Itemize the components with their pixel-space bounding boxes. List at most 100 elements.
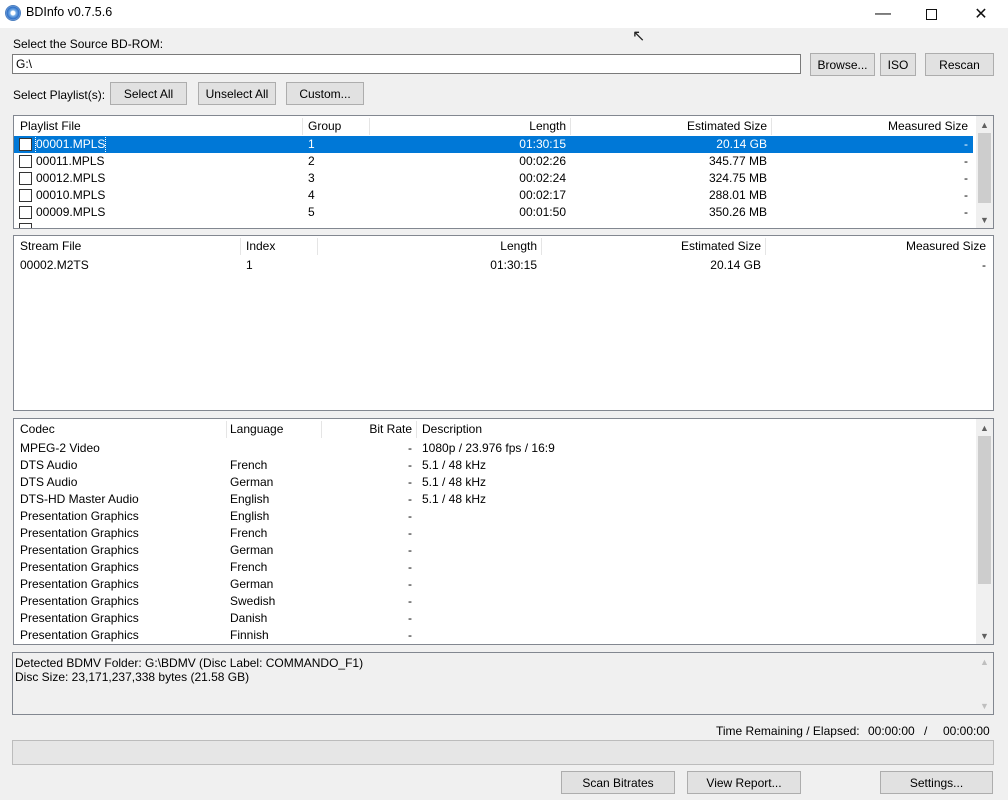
- playlist-row[interactable]: 00001.MPLS 1 01:30:15 20.14 GB -: [14, 135, 973, 154]
- codec-list[interactable]: Codec Language Bit Rate Description MPEG…: [13, 418, 994, 645]
- column-header-codec[interactable]: Codec: [20, 419, 55, 439]
- codec-row[interactable]: Presentation Graphics German -: [14, 542, 973, 559]
- column-header-length[interactable]: Length: [317, 236, 537, 256]
- codec-language: German: [230, 475, 274, 489]
- custom-button[interactable]: Custom...: [286, 82, 364, 105]
- unselect-all-button[interactable]: Unselect All: [198, 82, 276, 105]
- scroll-down-icon[interactable]: ▼: [976, 627, 993, 644]
- playlist-checkbox[interactable]: [19, 189, 32, 202]
- minimize-button[interactable]: —: [860, 0, 906, 28]
- browse-button[interactable]: Browse...: [810, 53, 875, 76]
- column-header-bit-rate[interactable]: Bit Rate: [321, 419, 412, 439]
- playlist-list[interactable]: Playlist File Group Length Estimated Siz…: [13, 115, 994, 229]
- scroll-down-icon[interactable]: ▼: [976, 697, 993, 714]
- playlist-measured-size: -: [964, 154, 968, 168]
- playlist-checkbox[interactable]: [19, 206, 32, 219]
- playlist-group: 3: [308, 171, 315, 185]
- playlist-row[interactable]: 00012.MPLS 3 00:02:24 324.75 MB -: [14, 170, 973, 187]
- playlist-length: 00:02:24: [519, 171, 566, 185]
- select-all-button[interactable]: Select All: [110, 82, 187, 105]
- scroll-up-icon[interactable]: ▲: [976, 653, 993, 670]
- close-button[interactable]: ✕: [958, 0, 1004, 28]
- stream-file-list[interactable]: Stream File Index Length Estimated Size …: [13, 235, 994, 411]
- codec-row[interactable]: Presentation Graphics German -: [14, 576, 973, 593]
- codec-name: MPEG-2 Video: [20, 441, 100, 455]
- codec-name: Presentation Graphics: [20, 594, 139, 608]
- playlist-row[interactable]: 00009.MPLS 5 00:01:50 350.26 MB -: [14, 204, 973, 221]
- codec-language: French: [230, 560, 268, 574]
- column-header-length[interactable]: Length: [369, 116, 566, 136]
- iso-button[interactable]: ISO: [880, 53, 916, 76]
- codec-row[interactable]: DTS-HD Master Audio English - 5.1 / 48 k…: [14, 491, 973, 508]
- settings-button[interactable]: Settings...: [880, 771, 993, 794]
- maximize-button[interactable]: [908, 0, 954, 28]
- codec-bit-rate: -: [408, 628, 412, 642]
- view-report-button[interactable]: View Report...: [687, 771, 801, 794]
- codec-row[interactable]: DTS Audio German - 5.1 / 48 kHz: [14, 474, 973, 491]
- codec-scrollbar[interactable]: ▲ ▼: [976, 419, 993, 644]
- codec-row[interactable]: Presentation Graphics Danish -: [14, 610, 973, 627]
- column-header-playlist-file[interactable]: Playlist File: [20, 116, 81, 136]
- codec-row[interactable]: DTS Audio French - 5.1 / 48 kHz: [14, 457, 973, 474]
- codec-row[interactable]: Presentation Graphics French -: [14, 559, 973, 576]
- column-header-measured-size[interactable]: Measured Size: [765, 236, 986, 256]
- playlist-estimated-size: 20.14 GB: [716, 137, 767, 151]
- playlist-group: 2: [308, 154, 315, 168]
- codec-description: 5.1 / 48 kHz: [422, 475, 487, 489]
- codec-row[interactable]: Presentation Graphics Finnish -: [14, 627, 973, 644]
- scroll-thumb[interactable]: [978, 133, 991, 203]
- codec-language: French: [230, 458, 268, 472]
- codec-row[interactable]: Presentation Graphics Swedish -: [14, 593, 973, 610]
- stream-file: 00002.M2TS: [20, 258, 89, 272]
- column-header-estimated-size[interactable]: Estimated Size: [570, 116, 767, 136]
- codec-name: Presentation Graphics: [20, 628, 139, 642]
- rescan-button[interactable]: Rescan: [925, 53, 994, 76]
- scroll-down-icon[interactable]: ▼: [976, 211, 993, 228]
- codec-row[interactable]: Presentation Graphics French -: [14, 525, 973, 542]
- time-remaining-value: 00:00:00: [868, 724, 915, 738]
- stream-row[interactable]: 00002.M2TS 1 01:30:15 20.14 GB -: [14, 257, 993, 274]
- scroll-up-icon[interactable]: ▲: [976, 419, 993, 436]
- playlist-checkbox[interactable]: [19, 172, 32, 185]
- playlist-row-partial[interactable]: [14, 221, 973, 228]
- time-separator: /: [924, 724, 928, 738]
- stream-length: 01:30:15: [490, 258, 537, 272]
- source-label: Select the Source BD-ROM:: [13, 37, 164, 51]
- codec-row[interactable]: MPEG-2 Video - 1080p / 23.976 fps / 16:9: [14, 440, 973, 457]
- scan-progress-bar: [12, 740, 994, 765]
- playlist-checkbox[interactable]: [19, 138, 32, 151]
- playlist-file: 00010.MPLS: [36, 188, 106, 202]
- playlist-scrollbar[interactable]: ▲ ▼: [976, 116, 993, 228]
- scroll-up-icon[interactable]: ▲: [976, 116, 993, 133]
- codec-row[interactable]: Presentation Graphics English -: [14, 508, 973, 525]
- column-header-measured-size[interactable]: Measured Size: [771, 116, 968, 136]
- column-header-group[interactable]: Group: [308, 116, 341, 136]
- report-textbox[interactable]: Detected BDMV Folder: G:\BDMV (Disc Labe…: [12, 652, 994, 715]
- stream-index: 1: [246, 258, 253, 272]
- playlist-row[interactable]: 00010.MPLS 4 00:02:17 288.01 MB -: [14, 187, 973, 204]
- codec-language: Finnish: [230, 628, 269, 642]
- column-header-estimated-size[interactable]: Estimated Size: [541, 236, 761, 256]
- playlist-checkbox[interactable]: [19, 155, 32, 168]
- column-header-index[interactable]: Index: [246, 236, 275, 256]
- playlist-row[interactable]: 00011.MPLS 2 00:02:26 345.77 MB -: [14, 153, 973, 170]
- scroll-thumb[interactable]: [978, 436, 991, 584]
- source-path-input[interactable]: G:\: [12, 54, 801, 74]
- column-header-description[interactable]: Description: [422, 419, 482, 439]
- playlist-estimated-size: 350.26 MB: [708, 205, 767, 219]
- disc-icon: [5, 5, 21, 21]
- playlist-checkbox[interactable]: [19, 223, 32, 228]
- scan-bitrates-button[interactable]: Scan Bitrates: [561, 771, 675, 794]
- column-header-language[interactable]: Language: [230, 419, 283, 439]
- report-scrollbar[interactable]: ▲ ▼: [976, 653, 993, 714]
- stream-measured-size: -: [982, 258, 986, 272]
- column-header-stream-file[interactable]: Stream File: [20, 236, 81, 256]
- codec-bit-rate: -: [408, 458, 412, 472]
- codec-name: DTS Audio: [20, 458, 78, 472]
- column-divider: [226, 421, 227, 438]
- codec-bit-rate: -: [408, 543, 412, 557]
- playlist-file: 00001.MPLS: [34, 135, 107, 154]
- codec-name: Presentation Graphics: [20, 611, 139, 625]
- title-bar: BDInfo v0.7.5.6 — ✕: [0, 0, 1008, 28]
- mouse-cursor-icon: ↖: [632, 28, 646, 45]
